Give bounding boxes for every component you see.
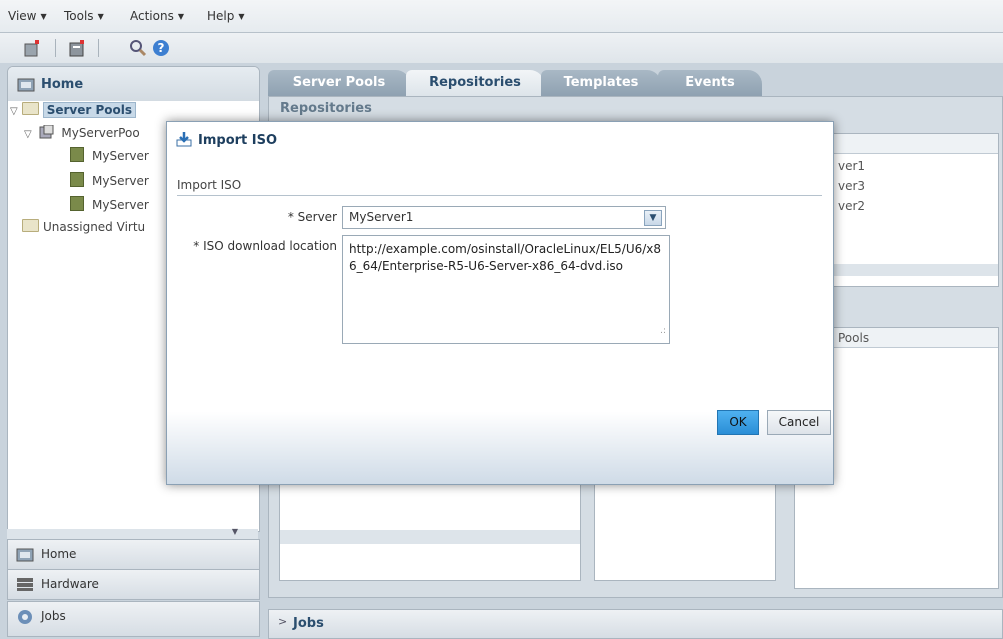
- navigator-header: Home: [8, 67, 259, 101]
- server-pool-icon: [39, 124, 54, 139]
- tree-label-server-pools: Server Pools: [42, 102, 136, 118]
- chevron-down-icon: ▼: [40, 12, 47, 21]
- navigator-title: Home: [41, 77, 84, 92]
- tree-node-server[interactable]: MyServer: [70, 147, 149, 165]
- column-header-pools: Pools: [838, 331, 870, 345]
- home-icon: [16, 548, 34, 562]
- server-icon: [70, 196, 84, 211]
- help-icon[interactable]: ?: [151, 38, 171, 58]
- home-icon: [17, 78, 35, 92]
- server-select[interactable]: MyServer1 ▼: [342, 206, 666, 229]
- deploy-icon[interactable]: [67, 38, 87, 58]
- horizontal-scrollbar[interactable]: [280, 530, 580, 544]
- tree-node-server[interactable]: MyServer: [70, 172, 149, 190]
- expand-icon[interactable]: ▽: [24, 129, 32, 140]
- accordion-jobs[interactable]: Jobs: [7, 601, 260, 637]
- resize-grip-icon[interactable]: .:: [660, 323, 666, 340]
- tree-node-server-pool[interactable]: ▽ MyServerPoo: [24, 124, 140, 143]
- required-marker: *: [287, 210, 294, 224]
- table-cell: ver3: [838, 179, 866, 193]
- dialog-title: Import ISO: [176, 131, 277, 148]
- table-cell: ver2: [838, 199, 866, 213]
- table-header: [833, 134, 998, 154]
- toolbar-divider: [55, 39, 56, 57]
- location-label: * ISO download location: [193, 239, 337, 253]
- ok-button[interactable]: OK: [717, 410, 759, 435]
- list-panel: [279, 469, 581, 581]
- required-marker: *: [193, 239, 200, 253]
- menu-tools[interactable]: Tools ▼: [64, 9, 104, 23]
- tab-repositories[interactable]: Repositories: [406, 70, 544, 96]
- tree-label-pool: MyServerPoo: [61, 126, 140, 140]
- iso-location-field[interactable]: http://example.com/osinstall/OracleLinux…: [342, 235, 670, 344]
- tab-server-pools[interactable]: Server Pools: [268, 70, 410, 96]
- folder-icon: [21, 102, 39, 115]
- tree-node-server-pools[interactable]: ▽ Server Pools: [10, 102, 136, 120]
- content-subtitle: Repositories: [280, 101, 372, 116]
- horizontal-scrollbar[interactable]: [833, 264, 998, 276]
- menu-view[interactable]: View ▼: [8, 9, 47, 23]
- server-icon: [70, 147, 84, 162]
- expand-icon[interactable]: >: [278, 615, 287, 628]
- server-label: * Server: [287, 210, 337, 224]
- search-icon[interactable]: [128, 38, 148, 58]
- chevron-down-icon: ▼: [177, 12, 184, 21]
- servers-table: ver1 ver3 ver2: [832, 133, 999, 287]
- tree-node-unassigned[interactable]: Unassigned Virtu: [18, 219, 145, 237]
- server-icon: [70, 172, 84, 187]
- table-cell: ver1: [838, 159, 866, 173]
- menu-help[interactable]: Help ▼: [207, 9, 245, 23]
- chevron-down-icon: ▼: [238, 12, 245, 21]
- detail-panel: [594, 469, 776, 581]
- toolbar-divider: [98, 39, 99, 57]
- chevron-down-icon: ▼: [97, 12, 104, 21]
- svg-text:?: ?: [158, 41, 165, 55]
- jobs-icon: [18, 610, 32, 624]
- menu-bar: View ▼ Tools ▼ Actions ▼ Help ▼: [0, 0, 1003, 33]
- hardware-icon: [17, 578, 33, 591]
- accordion-home[interactable]: Home: [7, 539, 260, 570]
- tab-events[interactable]: Events: [658, 70, 762, 96]
- download-icon: [176, 132, 192, 147]
- server-icon[interactable]: [22, 38, 42, 58]
- section-divider: [177, 195, 822, 196]
- cancel-button[interactable]: Cancel: [767, 410, 831, 435]
- import-iso-dialog: Import ISO Import ISO * Server MyServer1…: [166, 121, 834, 485]
- toolbar: ?: [0, 33, 1003, 63]
- expand-icon[interactable]: ▽: [10, 106, 18, 117]
- jobs-bar[interactable]: > Jobs: [268, 609, 1003, 639]
- tree-node-server[interactable]: MyServer: [70, 196, 149, 214]
- collapse-icon[interactable]: ▼: [232, 527, 238, 536]
- chevron-down-icon[interactable]: ▼: [644, 210, 662, 226]
- navigator-splitter[interactable]: ▼: [7, 527, 258, 539]
- section-header: Import ISO: [177, 178, 242, 192]
- accordion-hardware[interactable]: Hardware: [7, 569, 260, 600]
- folder-icon: [22, 219, 39, 232]
- menu-actions[interactable]: Actions ▼: [130, 9, 184, 23]
- tab-templates[interactable]: Templates: [541, 70, 661, 96]
